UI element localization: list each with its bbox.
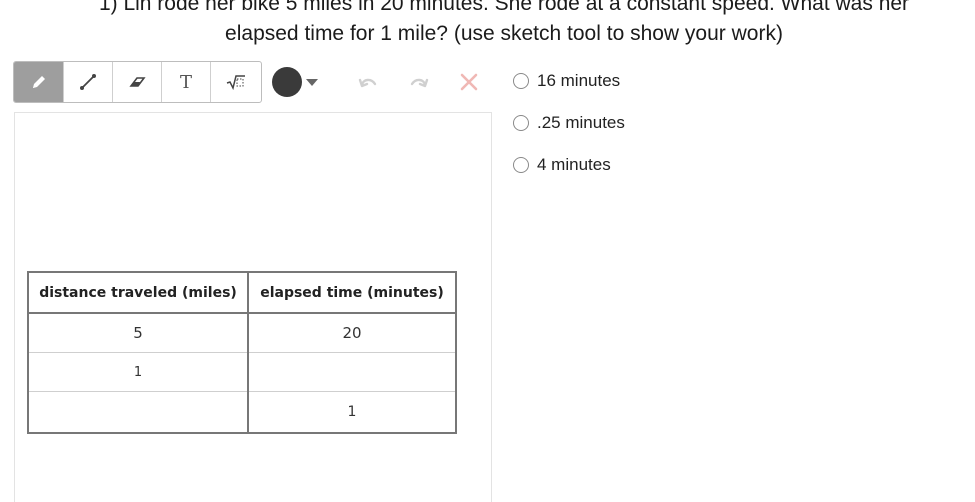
redo-icon bbox=[410, 78, 429, 88]
question-page: 1) Lin rode her bike 5 miles in 20 minut… bbox=[0, 0, 975, 502]
question-line-2: elapsed time for 1 mile? (use sketch too… bbox=[225, 22, 783, 45]
radio-button[interactable] bbox=[513, 115, 529, 131]
table-header-distance: distance traveled (miles) bbox=[27, 271, 249, 314]
table-cell: 1 bbox=[247, 391, 457, 434]
table-cell bbox=[27, 391, 249, 434]
close-icon bbox=[460, 73, 478, 91]
table-header-time: elapsed time (minutes) bbox=[247, 271, 457, 314]
text-tool-button[interactable]: T bbox=[162, 62, 211, 102]
answer-choice-16-minutes[interactable]: 16 minutes bbox=[513, 69, 625, 93]
undo-icon bbox=[358, 78, 377, 88]
table-row: 1 bbox=[27, 352, 457, 392]
answer-choice-025-minutes[interactable]: .25 minutes bbox=[513, 111, 625, 135]
line-icon bbox=[80, 74, 96, 90]
answer-label: 4 minutes bbox=[537, 155, 611, 174]
table-row: 1 bbox=[27, 391, 457, 434]
table-cell: 5 bbox=[27, 312, 249, 353]
answer-label: 16 minutes bbox=[537, 71, 621, 90]
question-text: 1) Lin rode her bike 5 miles in 20 minut… bbox=[0, 0, 975, 49]
radio-button[interactable] bbox=[513, 73, 529, 89]
eraser-icon bbox=[129, 77, 146, 87]
answer-choice-4-minutes[interactable]: 4 minutes bbox=[513, 153, 625, 177]
color-swatch bbox=[272, 67, 302, 97]
table-row: 5 20 bbox=[27, 312, 457, 353]
math-tool-button[interactable] bbox=[211, 62, 261, 102]
question-line-1: 1) Lin rode her bike 5 miles in 20 minut… bbox=[98, 0, 910, 15]
radio-button[interactable] bbox=[513, 157, 529, 173]
table-cell: 20 bbox=[247, 312, 457, 353]
chevron-down-icon bbox=[306, 78, 318, 86]
delete-button[interactable] bbox=[457, 70, 481, 94]
table-cell: 1 bbox=[27, 352, 249, 392]
ratio-table: distance traveled (miles) elapsed time (… bbox=[27, 271, 457, 434]
answer-choices: 16 minutes .25 minutes 4 minutes bbox=[513, 69, 625, 195]
pencil-tool-button[interactable] bbox=[14, 62, 64, 102]
color-picker[interactable] bbox=[272, 67, 320, 97]
text-tool-label: T bbox=[179, 71, 192, 93]
answer-label: .25 minutes bbox=[537, 113, 625, 132]
line-tool-button[interactable] bbox=[64, 62, 113, 102]
sketch-toolbar: T bbox=[13, 61, 262, 103]
table-cell bbox=[247, 352, 457, 392]
undo-button[interactable] bbox=[356, 70, 380, 94]
redo-button[interactable] bbox=[407, 70, 431, 94]
eraser-tool-button[interactable] bbox=[113, 62, 162, 102]
square-root-icon bbox=[226, 75, 245, 91]
pencil-icon bbox=[32, 76, 45, 88]
